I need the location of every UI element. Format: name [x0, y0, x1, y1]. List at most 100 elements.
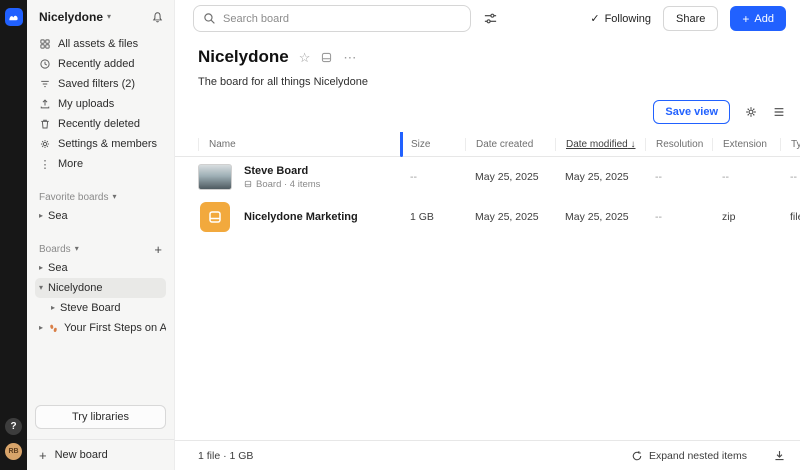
column-header-name[interactable]: Name [198, 137, 400, 151]
type-cell: -- [790, 171, 797, 183]
board-label: Sea [48, 210, 68, 222]
thumbnail-wrap [198, 164, 232, 190]
name-text-block: Nicelydone Marketing [244, 211, 358, 223]
air-logo-glyph [9, 15, 18, 20]
row-title: Nicelydone Marketing [244, 211, 358, 223]
board-item-nicelydone[interactable]: ▾ Nicelydone [35, 278, 166, 298]
board-thumbnail-image [198, 164, 232, 190]
save-view-button[interactable]: Save view [653, 100, 730, 124]
board-description: The board for all things Nicelydone [198, 76, 368, 88]
board-label: Steve Board [60, 302, 121, 314]
more-options-icon[interactable]: ⋯ [343, 51, 356, 64]
table-header-row: Name Size Date created Date modified ↓ R… [175, 132, 800, 157]
help-button[interactable]: ? [5, 418, 22, 435]
view-settings-gear-icon[interactable] [744, 105, 758, 119]
board-item-sea[interactable]: ▸ Sea [35, 258, 166, 278]
chevron-right-icon: ▸ [39, 211, 44, 220]
row-subtitle-text: Board · 4 items [256, 178, 321, 190]
following-label: Following [604, 12, 652, 25]
extension-cell: zip [722, 211, 736, 223]
ellipsis-vertical-icon: ⋮ [39, 158, 51, 171]
name-cell: Steve Board Board · 4 items [198, 164, 400, 190]
sort-desc-icon: ↓ [630, 138, 636, 150]
sidebar-item-label: Saved filters (2) [58, 78, 136, 90]
size-cell: 1 GB [410, 211, 434, 223]
column-header-extension[interactable]: Extension [712, 137, 780, 151]
assets-table: Name Size Date created Date modified ↓ R… [175, 132, 800, 440]
sidebar-item-all-assets[interactable]: All assets & files [35, 34, 166, 54]
favorite-board-sea[interactable]: ▸ Sea [35, 206, 166, 226]
table-row[interactable]: Steve Board Board · 4 items -- May 25, 2… [175, 157, 800, 197]
upload-icon [39, 98, 51, 110]
chevron-down-icon: ▾ [39, 283, 44, 292]
sidebar-item-my-uploads[interactable]: My uploads [35, 94, 166, 114]
expand-nested-icon [631, 450, 643, 462]
board-label: Nicelydone [48, 282, 103, 294]
chevron-down-icon: ▾ [107, 12, 112, 21]
share-button[interactable]: Share [663, 6, 719, 31]
board-item-steve-board[interactable]: ▸ Steve Board [35, 298, 166, 318]
trash-icon [39, 118, 51, 130]
sidebar-item-more[interactable]: ⋮ More [35, 154, 166, 174]
following-toggle[interactable]: ✓ Following [590, 12, 652, 26]
type-cell: file [790, 211, 800, 223]
clock-icon [39, 58, 51, 70]
try-libraries-button[interactable]: Try libraries [35, 405, 166, 429]
chevron-right-icon: ▸ [39, 323, 44, 332]
expand-nested-items-button[interactable]: Expand nested items [631, 450, 747, 462]
board-label: Your First Steps on Air [64, 322, 166, 334]
avatar[interactable]: RB [5, 443, 22, 460]
summary-text: 1 file · 1 GB [198, 449, 254, 462]
list-view-icon[interactable] [772, 105, 786, 119]
add-button[interactable]: + Add [730, 6, 786, 31]
sidebar-bottom: Try libraries + New board [27, 405, 174, 470]
add-board-icon[interactable]: + [154, 243, 162, 256]
notifications-bell-icon[interactable] [151, 11, 164, 24]
board-mini-icon [244, 180, 252, 188]
column-header-resolution[interactable]: Resolution [645, 137, 712, 151]
column-header-date-modified[interactable]: Date modified ↓ [555, 137, 645, 151]
board-amber-icon [200, 202, 230, 232]
sidebar-item-label: Recently deleted [58, 118, 140, 130]
new-board-button[interactable]: + New board [27, 439, 174, 470]
column-header-date-created[interactable]: Date created [465, 137, 555, 151]
board-label: Sea [48, 262, 68, 274]
sidebar-item-settings-members[interactable]: Settings & members [35, 134, 166, 154]
date-modified-cell: May 25, 2025 [565, 171, 629, 183]
column-header-type[interactable]: Type [780, 137, 800, 151]
filters-sliders-icon[interactable] [483, 11, 498, 26]
board-frame-icon[interactable] [320, 51, 333, 64]
chevron-right-icon: ▸ [51, 303, 56, 312]
sidebar-item-label: More [58, 158, 84, 170]
download-icon[interactable] [773, 449, 786, 462]
sidebar-item-saved-filters[interactable]: Saved filters (2) [35, 74, 166, 94]
gear-icon [39, 138, 51, 150]
plus-icon: + [742, 11, 750, 26]
table-row[interactable]: Nicelydone Marketing 1 GB May 25, 2025 M… [175, 197, 800, 237]
sidebar-item-label: All assets & files [58, 38, 139, 50]
sidebar-item-recently-deleted[interactable]: Recently deleted [35, 114, 166, 134]
chevron-right-icon: ▸ [39, 263, 44, 272]
search-input[interactable] [223, 12, 461, 25]
main-content: ✓ Following Share + Add Nicelydone ☆ ⋯ T… [175, 0, 800, 470]
favorite-boards-section-header[interactable]: Favorite boards ▾ [35, 188, 166, 206]
workspace-rail: ? RB [0, 0, 27, 470]
expand-nested-label: Expand nested items [648, 449, 747, 462]
row-subtitle: Board · 4 items [244, 179, 320, 190]
thumbnail-wrap [198, 202, 232, 232]
workspace-switcher[interactable]: Nicelydone ▾ [35, 10, 166, 34]
star-icon[interactable]: ☆ [299, 51, 311, 64]
view-controls: Save view [175, 88, 800, 132]
search-bar[interactable] [193, 5, 471, 32]
date-modified-cell: May 25, 2025 [565, 211, 629, 223]
grid-icon [39, 38, 51, 50]
sidebar-item-recently-added[interactable]: Recently added [35, 54, 166, 74]
air-logo[interactable] [4, 8, 23, 26]
boards-section-header[interactable]: Boards ▾ + [35, 240, 166, 258]
app-window: ? RB Nicelydone ▾ All assets & files Rec… [0, 0, 800, 470]
chevron-down-icon: ▾ [112, 192, 117, 201]
column-header-size[interactable]: Size [400, 137, 465, 151]
section-label: Boards [39, 243, 71, 255]
title-row: Nicelydone ☆ ⋯ [198, 47, 786, 67]
board-item-first-steps[interactable]: ▸ Your First Steps on Air [35, 318, 166, 338]
